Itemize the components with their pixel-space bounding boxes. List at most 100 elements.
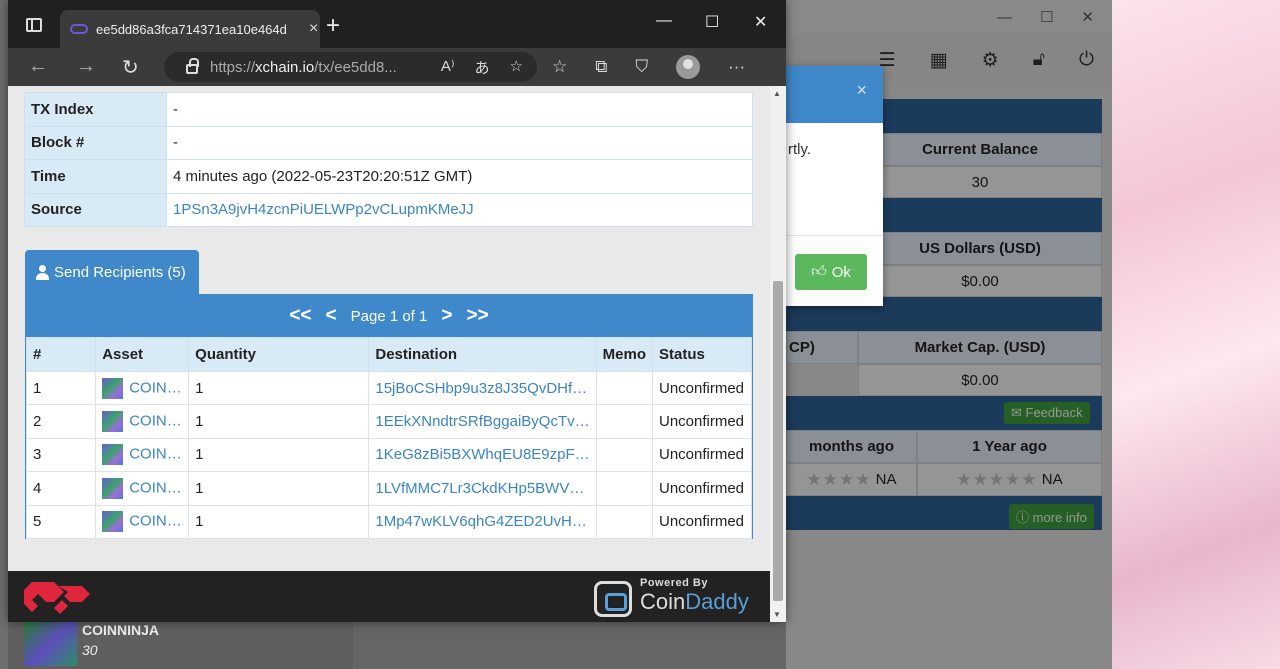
- status-cell: Unconfirmed: [651, 504, 753, 539]
- ok-button[interactable]: 👍︎ Ok: [795, 254, 867, 290]
- destination-link[interactable]: 1KeG8zBi5BXWhqEU8E9zpF…: [375, 446, 589, 463]
- scroll-down-icon[interactable]: ▼: [773, 610, 781, 619]
- scroll-thumb[interactable]: [773, 281, 783, 601]
- memo-cell: [595, 471, 653, 506]
- asset-cell: COIN…: [95, 437, 190, 473]
- asset-link[interactable]: COIN…: [129, 479, 182, 496]
- memo-cell: [595, 404, 653, 439]
- destination-link[interactable]: 15jBoCSHbp9u3z8J35QvDHf…: [375, 380, 587, 397]
- tx-info-row: Source 1PSn3A9jvH4zcnPiUELWPp2vCLupmKMeJJ: [24, 192, 753, 227]
- profile-avatar[interactable]: [676, 55, 701, 79]
- asset-row-side: [353, 622, 786, 669]
- tx-info-value: 4 minutes ago (2022-05-23T20:20:51Z GMT): [166, 159, 753, 194]
- memo-cell: [595, 437, 653, 473]
- ok-label: Ok: [831, 263, 851, 281]
- maximize-button[interactable]: ☐: [705, 12, 719, 32]
- row-number: 3: [25, 437, 97, 473]
- column-header: Memo: [595, 337, 653, 372]
- destination-cell: 15jBoCSHbp9u3z8J35QvDHf…: [368, 370, 597, 406]
- status-cell: Unconfirmed: [651, 404, 753, 439]
- close-button[interactable]: ✕: [754, 12, 767, 32]
- minimize-button[interactable]: —: [656, 12, 672, 30]
- translate-icon[interactable]: あ: [475, 57, 490, 78]
- asset-link[interactable]: COIN…: [129, 379, 182, 396]
- tab-close-icon[interactable]: ×: [309, 20, 318, 38]
- forward-icon[interactable]: →: [76, 55, 96, 78]
- tx-info-row: TX Index -: [24, 92, 753, 127]
- recipients-table: # Asset Quantity Destination Memo Status 1 COI…: [25, 337, 753, 539]
- tx-info-row: Block # -: [24, 125, 753, 160]
- memo-cell: [595, 370, 653, 406]
- table-row: 5 COIN… 1 1Mp47wKLV6qhG4ZED2UvH… Unconfirmed: [25, 504, 753, 539]
- tx-info-key: Block #: [24, 125, 167, 160]
- asset-cell: COIN…: [95, 504, 190, 539]
- scroll-up-icon[interactable]: ▲: [773, 89, 781, 98]
- tx-info-table: TX Index - Block # - Time 4 minutes ago (2022…: [24, 92, 753, 227]
- table-row: 4 COIN… 1 1LVfMMC7Lr3CkdKHp5BWV… Unconfirmed: [25, 471, 753, 506]
- tab-actions-icon[interactable]: [26, 18, 42, 32]
- address-bar-actions: A⁾ あ ☆: [441, 57, 523, 78]
- recipients-header-row: # Asset Quantity Destination Memo Status: [25, 337, 753, 372]
- tx-info-value: -: [166, 125, 753, 160]
- browser-tab[interactable]: ee5dd86a3fca714371ea10e464d ×: [60, 10, 320, 48]
- first-page-button[interactable]: <<: [289, 305, 311, 327]
- column-header: Quantity: [188, 337, 370, 372]
- quantity-cell: 1: [188, 504, 370, 539]
- read-aloud-icon[interactable]: A⁾: [441, 57, 455, 78]
- tx-info-key: Time: [24, 159, 167, 194]
- prev-page-button[interactable]: <: [326, 305, 337, 327]
- destination-link[interactable]: 1Mp47wKLV6qhG4ZED2UvH…: [375, 513, 586, 530]
- asset-link[interactable]: COIN…: [129, 446, 182, 463]
- modal-close-icon[interactable]: ×: [856, 80, 867, 101]
- more-options-icon[interactable]: ···: [728, 57, 745, 77]
- row-number: 5: [25, 504, 97, 539]
- asset-link[interactable]: COIN…: [129, 513, 182, 530]
- status-cell: Unconfirmed: [651, 471, 753, 506]
- modal-body: rtly.: [786, 123, 883, 236]
- quantity-cell: 1: [188, 404, 370, 439]
- tab-send-recipients[interactable]: Send Recipients (5): [25, 250, 199, 294]
- navigation-bar: ← → ↻ https://xchain.io/tx/ee5dd8... A⁾ …: [8, 48, 786, 86]
- source-address-link[interactable]: 1PSn3A9jvH4zcnPiUELWPp2vCLupmKMeJJ: [173, 201, 474, 218]
- memo-cell: [595, 504, 653, 539]
- destination-link[interactable]: 1LVfMMC7Lr3CkdKHp5BWV…: [375, 480, 584, 497]
- collections-icon[interactable]: ⧉: [595, 57, 607, 77]
- destination-link[interactable]: 1EEkXNndtrSRfBggaiByQcTv…: [375, 413, 589, 430]
- refresh-icon[interactable]: ↻: [122, 55, 139, 80]
- pagination: << < Page 1 of 1 > >>: [26, 295, 752, 337]
- quantity-cell: 1: [188, 471, 370, 506]
- recipients-panel: << < Page 1 of 1 > >> # Asset Quantity Dest…: [25, 294, 753, 539]
- add-favorite-icon[interactable]: ☆: [510, 57, 523, 78]
- last-page-button[interactable]: >>: [466, 305, 488, 327]
- destination-cell: 1Mp47wKLV6qhG4ZED2UvH…: [368, 504, 597, 539]
- extensions-icon[interactable]: ⛉: [635, 57, 648, 77]
- tx-info-key: Source: [24, 192, 167, 227]
- next-page-button[interactable]: >: [441, 305, 452, 327]
- tx-info-value: -: [166, 92, 753, 127]
- quantity-cell: 1: [188, 437, 370, 473]
- destination-cell: 1EEkXNndtrSRfBggaiByQcTv…: [368, 404, 597, 439]
- quantity-cell: 1: [188, 370, 370, 406]
- counterparty-logo-icon[interactable]: [24, 576, 96, 620]
- row-number: 1: [25, 370, 97, 406]
- coinninja-image: [24, 622, 77, 666]
- asset-name[interactable]: COINNINJA: [82, 622, 159, 638]
- powered-by-coindaddy[interactable]: Powered By CoinDaddy: [594, 577, 754, 619]
- lock-icon[interactable]: [186, 58, 199, 74]
- asset-link[interactable]: COIN…: [129, 413, 182, 430]
- tx-info-value: 1PSn3A9jvH4zcnPiUELWPp2vCLupmKMeJJ: [166, 192, 753, 227]
- asset-thumbnail-icon: [102, 511, 124, 533]
- page-scrollbar[interactable]: ▲ ▼: [770, 86, 786, 622]
- asset-thumbnail-icon: [102, 444, 124, 466]
- desktop-wallpaper: [1112, 0, 1280, 669]
- tx-info-row: Time 4 minutes ago (2022-05-23T20:20:51Z …: [24, 159, 753, 194]
- user-icon: [36, 264, 49, 280]
- page-indicator: Page 1 of 1: [350, 307, 428, 325]
- new-tab-button[interactable]: +: [326, 12, 340, 40]
- favorites-icon[interactable]: ☆: [552, 57, 567, 77]
- back-icon[interactable]: ←: [28, 55, 48, 78]
- destination-cell: 1KeG8zBi5BXWhqEU8E9zpF…: [368, 437, 597, 473]
- status-cell: Unconfirmed: [651, 437, 753, 473]
- page-content: TX Index - Block # - Time 4 minutes ago (2022…: [8, 86, 770, 571]
- address-bar[interactable]: https://xchain.io/tx/ee5dd8... A⁾ あ ☆: [164, 52, 537, 82]
